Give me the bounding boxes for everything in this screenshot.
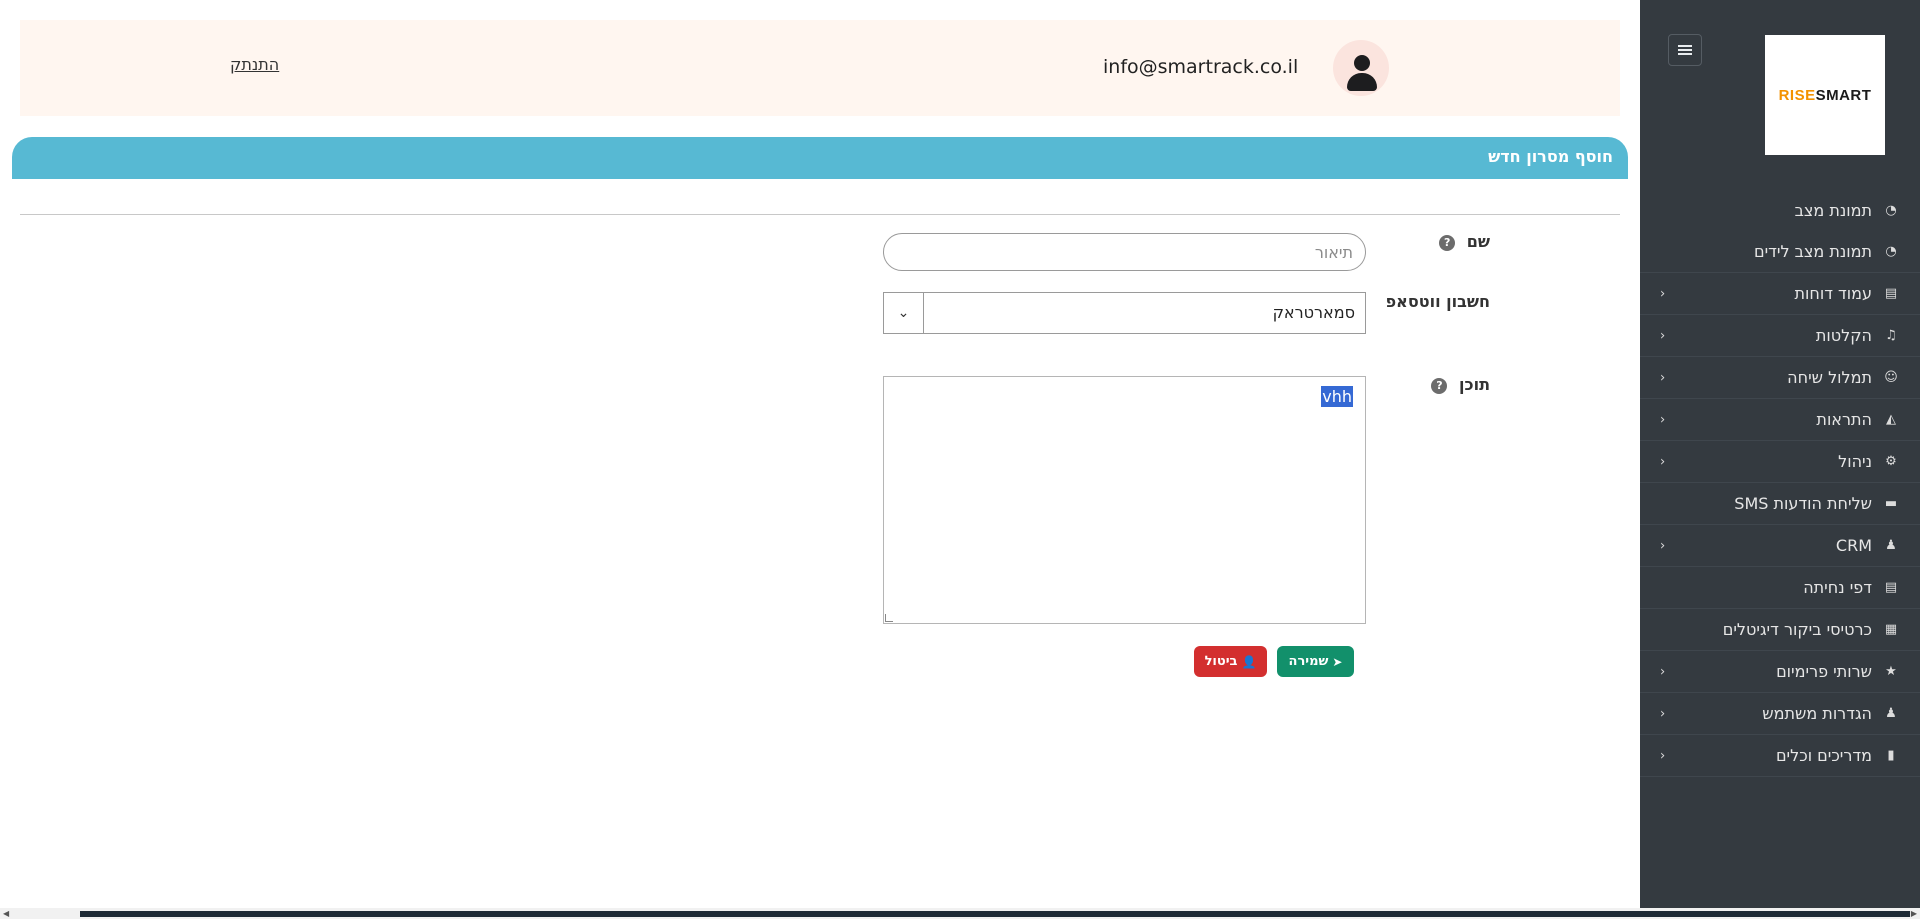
scroll-right-icon[interactable]: ▶ bbox=[1911, 909, 1917, 918]
megaphone-icon: ◭ bbox=[1886, 412, 1896, 427]
sidebar-item-label: שרותי פרימיום bbox=[1776, 662, 1872, 681]
sidebar-item[interactable]: ◔ תמונת מצב לידים bbox=[1640, 231, 1920, 273]
chevron-left-icon[interactable]: ‹ bbox=[1660, 454, 1665, 469]
chevron-left-icon[interactable]: ‹ bbox=[1660, 748, 1665, 763]
sidebar-item[interactable]: ▬ שליחת הודעות SMS bbox=[1640, 483, 1920, 525]
chevron-left-icon[interactable]: ‹ bbox=[1660, 286, 1665, 301]
sidebar-item-label: תמונת מצב bbox=[1794, 200, 1872, 220]
paper-plane-icon: ➤ bbox=[1332, 654, 1343, 669]
help-icon[interactable]: ? bbox=[1431, 377, 1448, 394]
hamburger-icon bbox=[1678, 45, 1692, 55]
name-label: שם bbox=[1466, 232, 1490, 251]
chevron-left-icon[interactable]: ‹ bbox=[1660, 538, 1665, 553]
sidebar-menu: ◔ תמונת מצב ◔ תמונת מצב לידים ▤ עמוד דוחות ‹ ♫ ה… bbox=[1640, 189, 1920, 777]
logo-text-rise: RISE bbox=[1778, 86, 1816, 104]
chevron-left-icon[interactable]: ‹ bbox=[1660, 328, 1665, 343]
logo-text-smart: SMART bbox=[1815, 86, 1872, 104]
report-icon: ▤ bbox=[1884, 286, 1898, 301]
sidebar-item[interactable]: ▦ כרטיסי ביקור דיגיטלים bbox=[1640, 609, 1920, 651]
sidebar: SMART RISE ◔ תמונת מצב ◔ תמונת מצב לידים ▤ עמו… bbox=[1640, 0, 1920, 908]
sidebar-item[interactable]: ★ שרותי פרימיום ‹ bbox=[1640, 651, 1920, 693]
save-label: שמירה bbox=[1288, 654, 1329, 669]
sidebar-item[interactable]: ♫ הקלטות ‹ bbox=[1640, 315, 1920, 357]
star-icon: ★ bbox=[1885, 664, 1897, 679]
whatsapp-account-select[interactable]: ⌄ סמארטראק bbox=[883, 292, 1366, 334]
scroll-left-icon[interactable]: ◀ bbox=[3, 909, 9, 918]
sidebar-item-label: הגדרות משתמש bbox=[1762, 704, 1872, 723]
sidebar-item-label: ניהול bbox=[1838, 452, 1872, 471]
chevron-left-icon[interactable]: ‹ bbox=[1660, 370, 1665, 385]
sidebar-item[interactable]: ▤ עמוד דוחות ‹ bbox=[1640, 273, 1920, 315]
cancel-button[interactable]: 👤 ביטול bbox=[1194, 646, 1267, 677]
gear-icon: ⚙ bbox=[1885, 454, 1897, 469]
smile-icon: ☺ bbox=[1884, 370, 1898, 385]
user-icon: ♟ bbox=[1885, 706, 1897, 721]
content-textarea[interactable]: vhh bbox=[883, 376, 1366, 624]
sidebar-item-label: תמלול שיחה bbox=[1787, 368, 1872, 387]
name-label-row: שם ? bbox=[1439, 232, 1490, 251]
whatsapp-account-value: סמארטראק bbox=[1272, 303, 1355, 322]
sidebar-item-label: התראות bbox=[1816, 410, 1872, 429]
horizontal-scrollbar[interactable]: ◀ ▶ bbox=[0, 908, 1920, 919]
scrollbar-thumb[interactable] bbox=[80, 911, 1910, 917]
users-icon: ♟ bbox=[1885, 538, 1897, 553]
sidebar-item[interactable]: ♟ CRM ‹ bbox=[1640, 525, 1920, 567]
logo: SMART RISE bbox=[1765, 35, 1885, 155]
sidebar-item[interactable]: ◭ התראות ‹ bbox=[1640, 399, 1920, 441]
whatsapp-label: חשבון ווטסאפ bbox=[1385, 292, 1490, 311]
chevron-down-icon: ⌄ bbox=[884, 293, 924, 333]
sidebar-item[interactable]: ☺ תמלול שיחה ‹ bbox=[1640, 357, 1920, 399]
logout-link[interactable]: התנתק bbox=[230, 55, 279, 74]
content-label: תוכן bbox=[1459, 375, 1490, 394]
sidebar-item[interactable]: ◔ תמונת מצב bbox=[1640, 189, 1920, 231]
sidebar-item[interactable]: ▮ מדריכים וכלים ‹ bbox=[1640, 735, 1920, 777]
chevron-left-icon[interactable]: ‹ bbox=[1660, 664, 1665, 679]
message-icon: ▬ bbox=[1884, 496, 1898, 511]
music-note-icon: ♫ bbox=[1885, 328, 1897, 343]
content-text: vhh bbox=[1321, 386, 1353, 407]
gauge-icon: ◔ bbox=[1885, 244, 1897, 259]
divider bbox=[20, 214, 1620, 215]
sidebar-item-label: מדריכים וכלים bbox=[1775, 746, 1872, 765]
sidebar-item-label: עמוד דוחות bbox=[1794, 284, 1872, 303]
chevron-left-icon[interactable]: ‹ bbox=[1660, 412, 1665, 427]
name-input[interactable] bbox=[883, 233, 1366, 271]
avatar[interactable] bbox=[1333, 40, 1389, 96]
cancel-label: ביטול bbox=[1204, 654, 1238, 669]
chevron-left-icon[interactable]: ‹ bbox=[1660, 706, 1665, 721]
user-icon-head bbox=[1354, 55, 1370, 71]
sidebar-item-label: שליחת הודעות SMS bbox=[1734, 494, 1872, 513]
resize-grip-icon[interactable] bbox=[885, 614, 893, 622]
page-title: חוסף מסרון חדש bbox=[1488, 147, 1613, 166]
user-icon-body bbox=[1347, 73, 1377, 91]
sidebar-item[interactable]: ⚙ ניהול ‹ bbox=[1640, 441, 1920, 483]
sidebar-item-label: CRM bbox=[1835, 536, 1872, 555]
whatsapp-label-row: חשבון ווטסאפ bbox=[1386, 292, 1490, 311]
sidebar-item-label: דפי נחיתה bbox=[1803, 578, 1872, 597]
content-label-row: תוכן ? bbox=[1431, 375, 1490, 394]
sidebar-item-label: כרטיסי ביקור דיגיטלים bbox=[1722, 620, 1872, 639]
gauge-icon: ◔ bbox=[1885, 202, 1897, 218]
card-icon: ▦ bbox=[1884, 622, 1898, 637]
sidebar-item[interactable]: ♟ הגדרות משתמש ‹ bbox=[1640, 693, 1920, 735]
card-header: חוסף מסרון חדש bbox=[12, 137, 1628, 179]
hamburger-menu-button[interactable] bbox=[1668, 34, 1702, 66]
sidebar-item[interactable]: ▤ דפי נחיתה bbox=[1640, 567, 1920, 609]
help-icon[interactable]: ? bbox=[1439, 234, 1456, 251]
book-icon: ▮ bbox=[1887, 748, 1895, 763]
user-email: info@smartrack.co.il bbox=[1103, 56, 1299, 78]
save-button[interactable]: ➤ שמירה bbox=[1277, 646, 1354, 677]
sidebar-item-label: תמונת מצב לידים bbox=[1753, 242, 1872, 261]
user-plus-icon: 👤 bbox=[1241, 654, 1257, 669]
sidebar-item-label: הקלטות bbox=[1815, 326, 1872, 345]
page-icon: ▤ bbox=[1884, 580, 1898, 595]
